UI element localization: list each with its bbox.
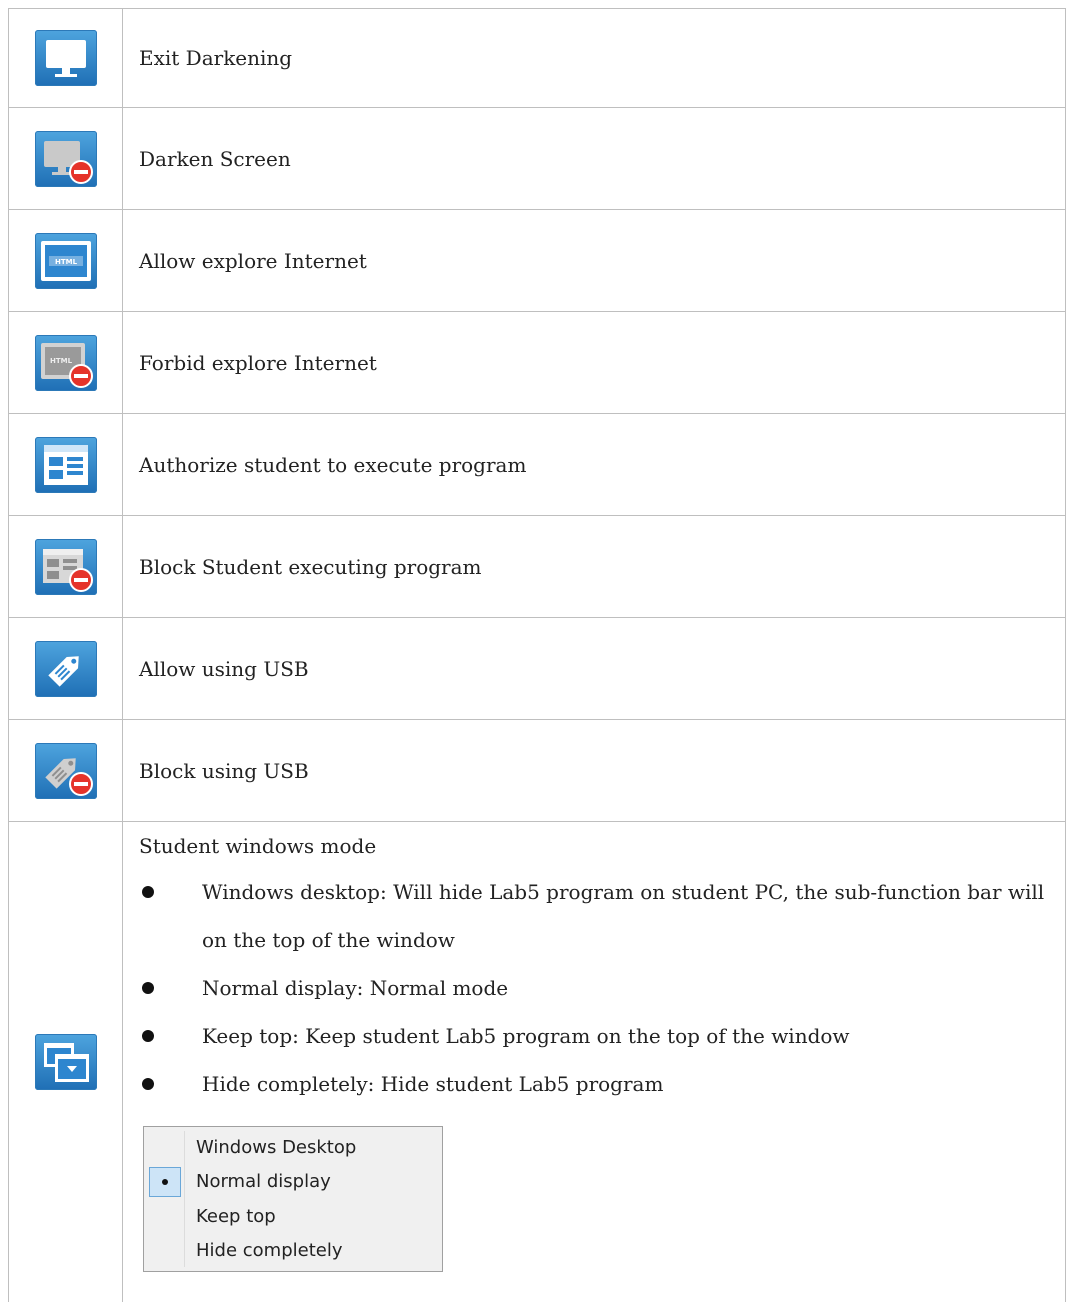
row-label: Forbid explore Internet [122,311,1066,414]
icon-reference-table: Exit Darkening Darken Screen HTML Allow … [8,8,1066,1302]
list-item: Keep top: Keep student Lab5 program on t… [139,1012,1065,1060]
windows-mode-title: Student windows mode [139,834,377,858]
selected-radio-indicator [149,1167,181,1197]
program-window-blocked-icon [34,538,97,595]
row-label: Allow using USB [122,617,1066,720]
list-item: Normal display: Normal mode [139,964,1065,1012]
table-row: Allow using USB [8,617,1066,720]
table-row: Darken Screen [8,107,1066,210]
menu-item-normal-display[interactable]: Normal display [196,1167,331,1197]
row-label: Block using USB [122,719,1066,822]
usb-tag-blocked-icon [34,742,97,799]
table-row: HTML Allow explore Internet [8,209,1066,312]
row-label: Block Student executing program [122,515,1066,618]
row-label: Allow explore Internet [122,209,1066,312]
list-item: Hide completely: Hide student Lab5 progr… [139,1060,1065,1108]
html-blocked-icon: HTML [34,334,97,391]
stacked-windows-icon [34,1034,97,1090]
table-row: HTML Forbid explore Internet [8,311,1066,414]
row-label: Exit Darkening [122,8,1066,108]
monitor-icon [34,30,97,86]
table-row: Block using USB [8,719,1066,822]
table-row: Block Student executing program [8,515,1066,618]
row-label: Authorize student to execute program [122,413,1066,516]
row-label: Darken Screen [122,107,1066,210]
table-row: Exit Darkening [8,8,1066,108]
svg-text:HTML: HTML [49,357,72,365]
html-icon: HTML [34,232,97,289]
table-row: Student windows mode Windows desktop: Wi… [8,821,1066,1302]
usb-tag-icon [34,640,97,697]
monitor-blocked-icon [34,130,97,187]
windows-mode-list: Windows desktop: Will hide Lab5 program … [139,868,1065,1108]
menu-item-keep-top[interactable]: Keep top [196,1202,276,1232]
table-row: Authorize student to execute program [8,413,1066,516]
menu-item-hide-completely[interactable]: Hide completely [196,1236,343,1266]
menu-item-windows-desktop[interactable]: Windows Desktop [196,1133,356,1163]
svg-text:HTML: HTML [54,258,77,266]
windows-mode-menu: Windows Desktop Normal display Keep top … [143,1126,443,1272]
list-item: Windows desktop: Will hide Lab5 program … [139,868,1065,964]
program-window-icon [34,436,97,493]
